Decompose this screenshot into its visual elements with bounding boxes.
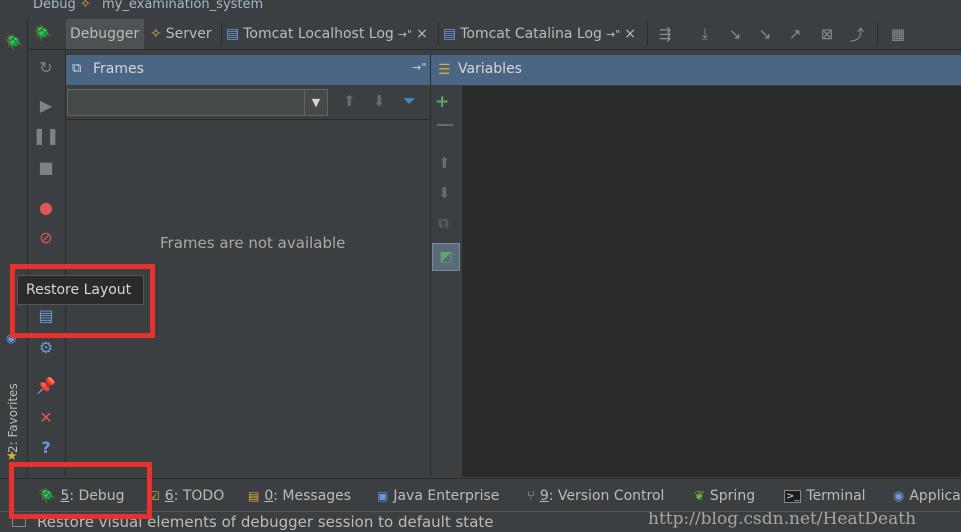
force-step-into-icon[interactable]: ↘: [755, 24, 775, 44]
bottom-tab-terminal[interactable]: >_ Terminal: [784, 483, 866, 509]
annotation-box-debug-tab: [9, 462, 152, 519]
frames-icon: ⧉: [72, 61, 82, 76]
annotation-box-restore-layout: [10, 264, 155, 338]
remove-watch-icon[interactable]: [437, 124, 453, 126]
title-bar: Debug ✧ my_examination_system: [0, 0, 961, 14]
copy-icon[interactable]: ⧉: [438, 214, 449, 232]
favorites-tab[interactable]: 2: Favorites: [6, 379, 24, 453]
debug-title: Debug: [33, 0, 76, 12]
variables-toolbar: + ⬆ ⬇ ⧉ ◩: [431, 86, 463, 477]
log-icon: ▤: [443, 26, 457, 42]
bottom-tab-messages[interactable]: ▤ 0: Messages: [248, 483, 351, 509]
view-breakpoints-icon[interactable]: ●: [35, 196, 57, 218]
bottom-tab-label: 9: Version Control: [540, 488, 665, 504]
bottom-tab-label: Applica: [909, 488, 961, 504]
frames-toolbar: ▼ ⬆ ⬇ ⏷: [66, 86, 430, 120]
messages-icon: ▤: [248, 489, 260, 503]
bottom-tab-label: Java Enterprise: [393, 488, 500, 504]
bottom-tab-label: Spring: [709, 488, 756, 504]
stop-icon[interactable]: ■: [35, 156, 57, 178]
down-arrow-icon[interactable]: ⬇: [373, 92, 386, 110]
bug-icon: 🪲: [33, 24, 52, 42]
spring-leaf-icon: ❦: [694, 488, 705, 504]
mnemonic: 6: [164, 488, 174, 504]
bottom-tab-label: 6: TODO: [165, 488, 224, 504]
step-over-icon[interactable]: ⤓: [695, 24, 715, 44]
label-text: : Messages: [273, 488, 352, 504]
mnemonic: 0: [264, 488, 274, 504]
run-config-name: my_examination_system: [102, 0, 264, 12]
java-enterprise-icon: ▣: [377, 489, 389, 503]
mnemonic: 9: [539, 488, 549, 504]
pin-icon[interactable]: →": [398, 28, 412, 41]
resume-program-icon[interactable]: ▶: [35, 94, 57, 116]
variables-panel: [463, 86, 961, 477]
frames-empty-message: Frames are not available: [160, 234, 346, 252]
bottom-tab-todo[interactable]: ☑ 6: TODO: [149, 483, 224, 509]
frames-header: ⧉ Frames →": [66, 55, 430, 85]
tab-tomcat-localhost-log[interactable]: ▤ Tomcat Localhost Log →" ×: [222, 19, 436, 49]
log-icon: ▤: [226, 26, 240, 42]
tab-divider: [647, 23, 648, 45]
bottom-tab-label: 0: Messages: [264, 488, 351, 504]
close-icon[interactable]: ×: [624, 26, 636, 42]
run-to-cursor-icon[interactable]: ⤴: [847, 24, 867, 44]
tab-label: Server: [165, 26, 212, 42]
tab-label: Tomcat Localhost Log: [243, 26, 394, 42]
show-watches-icon[interactable]: ◩: [432, 243, 460, 271]
bottom-tab-application-servers[interactable]: ◉ Applica: [893, 483, 961, 509]
tab-label: Debugger: [70, 26, 140, 42]
pin-icon[interactable]: →": [412, 61, 426, 74]
variables-header: ☰ Variables: [431, 55, 961, 85]
evaluate-expression-icon[interactable]: ▦: [888, 24, 908, 44]
left-tool-stripe: 🪲 ◉ 2: Favorites ★: [0, 19, 28, 477]
step-into-icon[interactable]: ↘: [725, 24, 745, 44]
pin-icon[interactable]: →": [606, 28, 620, 41]
bottom-tab-label: Terminal: [806, 488, 866, 504]
tab-label: Tomcat Catalina Log: [460, 26, 602, 42]
application-servers-icon: ◉: [893, 488, 905, 504]
chevron-down-icon[interactable]: ▼: [304, 90, 327, 115]
down-arrow-icon[interactable]: ⬇: [438, 184, 451, 202]
step-out-icon[interactable]: ↗: [785, 24, 805, 44]
variables-icon: ☰: [438, 62, 451, 78]
close-debug-icon[interactable]: ✕: [35, 406, 57, 428]
bottom-tab-version-control[interactable]: ⑂ 9: Version Control: [527, 483, 664, 509]
server-icon: ✧: [150, 26, 162, 42]
bottom-tab-java-enterprise[interactable]: ▣ Java Enterprise: [377, 483, 499, 509]
tab-debugger[interactable]: Debugger: [66, 19, 144, 49]
new-watch-icon[interactable]: +: [435, 92, 449, 112]
debug-bug-icon[interactable]: 🪲: [4, 33, 24, 53]
show-execution-point-icon[interactable]: ⇶: [655, 24, 675, 44]
drop-frame-icon[interactable]: ⊠: [817, 24, 837, 44]
settings-gear-icon[interactable]: ⚙: [35, 336, 57, 358]
filter-icon[interactable]: ⏷: [403, 91, 416, 111]
pause-program-icon[interactable]: ❚❚: [33, 124, 60, 146]
close-icon[interactable]: ×: [416, 26, 428, 42]
up-arrow-icon[interactable]: ⬆: [343, 92, 356, 110]
up-arrow-icon[interactable]: ⬆: [438, 154, 451, 172]
label-text: : TODO: [173, 488, 225, 504]
tomcat-icon: ✧: [80, 0, 91, 12]
bottom-tab-spring[interactable]: ❦ Spring: [694, 483, 755, 509]
thread-select[interactable]: ▼: [67, 89, 328, 116]
mute-breakpoints-icon[interactable]: ⊘: [35, 226, 57, 248]
tab-divider: [877, 23, 878, 45]
variables-title: Variables: [458, 61, 522, 77]
terminal-icon: >_: [784, 489, 802, 503]
debug-tab-strip: 🪲 Debugger ✧ Server ▤ Tomcat Localhost L…: [28, 19, 961, 50]
tab-server[interactable]: ✧ Server: [146, 19, 218, 49]
watermark-text: http://blog.csdn.net/HeatDeath: [648, 511, 917, 529]
tab-tomcat-catalina-log[interactable]: ▤ Tomcat Catalina Log →" ×: [439, 19, 653, 49]
help-icon[interactable]: ?: [35, 436, 57, 458]
label-text: : Version Control: [548, 488, 665, 504]
version-control-icon: ⑂: [527, 488, 535, 504]
pin-tab-icon[interactable]: 📌: [35, 374, 57, 396]
rerun-icon[interactable]: ↻: [35, 56, 57, 78]
frames-title: Frames: [93, 61, 144, 77]
